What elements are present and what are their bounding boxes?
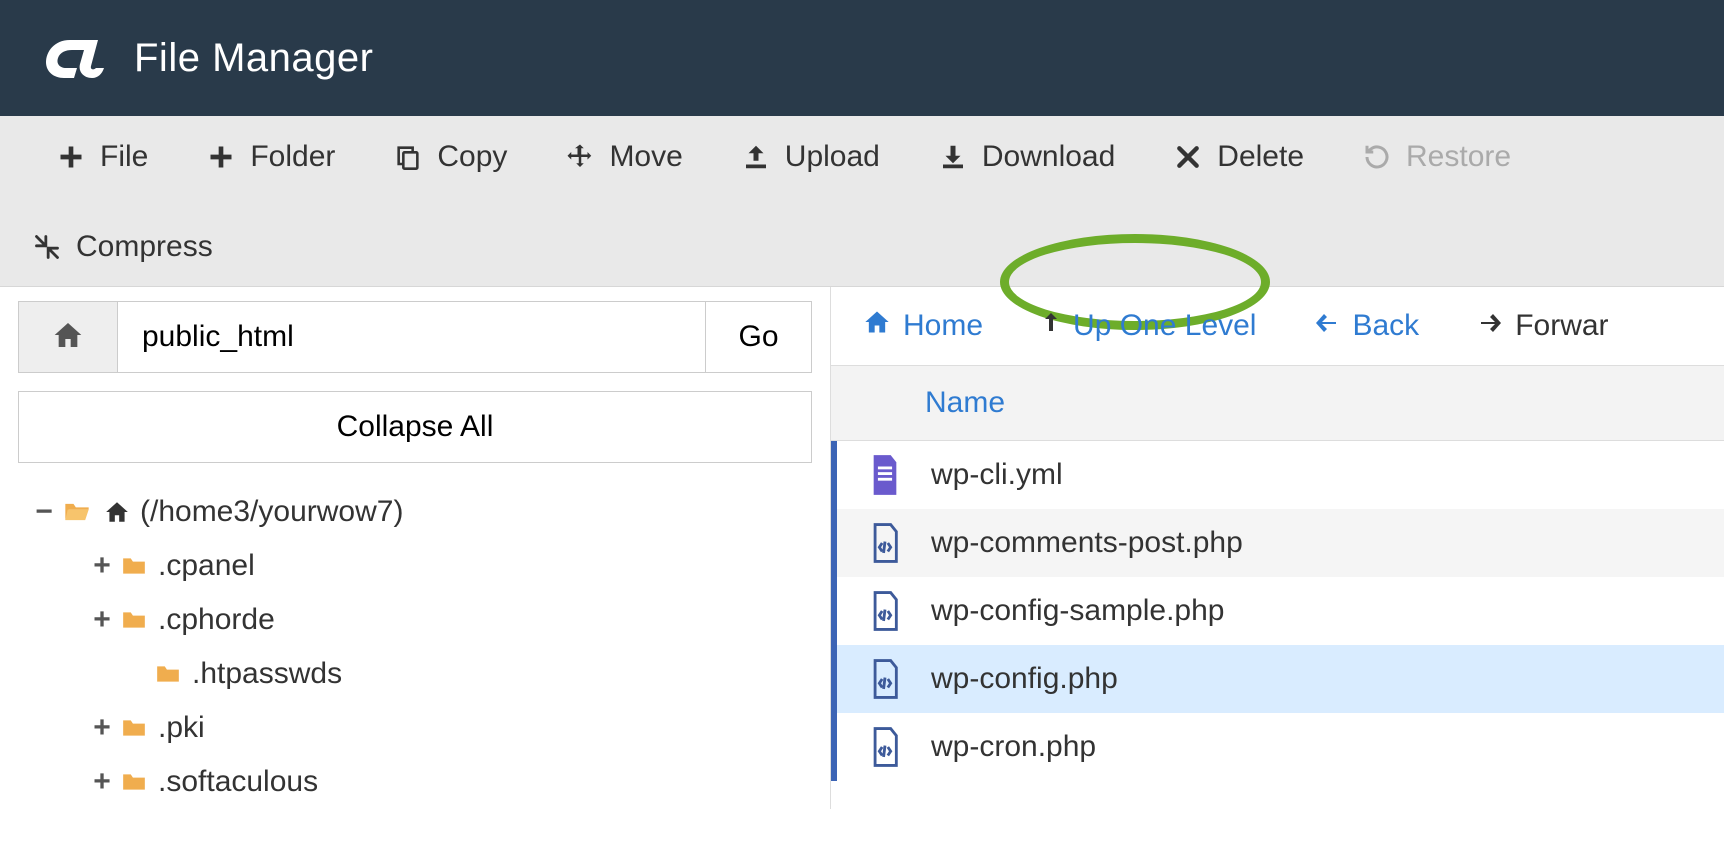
sidebar: Go Collapse All − (/home3/yourwow7) + .c… (0, 287, 830, 809)
file-code-icon (857, 523, 913, 563)
plus-icon (204, 140, 238, 174)
file-row[interactable]: wp-config.php (831, 645, 1724, 713)
file-name: wp-comments-post.php (931, 526, 1243, 560)
compress-button[interactable]: Compress (26, 220, 241, 274)
copy-button[interactable]: Copy (363, 130, 535, 184)
folder-icon (118, 607, 150, 633)
file-row[interactable]: wp-config-sample.php (831, 577, 1724, 645)
tree-item-label: .cpanel (158, 549, 255, 583)
tree-root-label: (/home3/yourwow7) (140, 495, 403, 529)
home-icon (102, 499, 132, 525)
tree-item-softaculous[interactable]: + .softaculous (32, 755, 812, 809)
path-row: Go (18, 301, 812, 373)
copy-icon (391, 140, 425, 174)
folder-icon (118, 769, 150, 795)
folder-icon (118, 553, 150, 579)
delete-button[interactable]: Delete (1143, 130, 1332, 184)
file-code-icon (857, 591, 913, 631)
nav-home[interactable]: Home (861, 307, 983, 345)
tree-item-label: .softaculous (158, 765, 318, 799)
upload-button[interactable]: Upload (711, 130, 908, 184)
home-icon (861, 308, 893, 344)
file-navbar: Home Up One Level Back Forwar (831, 287, 1724, 365)
nav-back[interactable]: Back (1312, 307, 1419, 345)
move-button[interactable]: Move (535, 130, 710, 184)
app-title: File Manager (134, 36, 373, 81)
file-button[interactable]: File (26, 130, 176, 184)
expand-toggle[interactable]: + (90, 711, 114, 745)
download-icon (936, 140, 970, 174)
tree-item-label: .cphorde (158, 603, 275, 637)
nav-forward[interactable]: Forwar (1475, 307, 1608, 345)
file-document-icon (857, 455, 913, 495)
collapse-all-button[interactable]: Collapse All (18, 391, 812, 463)
expand-toggle[interactable]: + (90, 765, 114, 799)
file-name: wp-config-sample.php (931, 594, 1224, 628)
tree-item-htpasswds[interactable]: + .htpasswds (32, 647, 812, 701)
plus-icon (54, 140, 88, 174)
restore-button[interactable]: Restore (1332, 130, 1539, 184)
app-header: File Manager (0, 0, 1724, 116)
file-list: wp-cli.yml wp-comments-post.php wp-confi… (831, 441, 1724, 781)
file-row[interactable]: wp-cron.php (831, 713, 1724, 781)
upload-icon (739, 140, 773, 174)
file-code-icon (857, 727, 913, 767)
arrow-up-icon (1039, 307, 1063, 345)
home-icon (50, 319, 86, 356)
folder-button[interactable]: Folder (176, 130, 363, 184)
tree-item-cpanel[interactable]: + .cpanel (32, 539, 812, 593)
nav-up-one-level[interactable]: Up One Level (1039, 307, 1256, 345)
tree-item-label: .pki (158, 711, 205, 745)
tree-item-label: .htpasswds (192, 657, 342, 691)
folder-icon (118, 715, 150, 741)
column-header-name[interactable]: Name (831, 365, 1724, 441)
folder-icon (152, 661, 184, 687)
tree-item-cphorde[interactable]: + .cphorde (32, 593, 812, 647)
path-input[interactable] (118, 301, 706, 373)
move-icon (563, 140, 597, 174)
file-name: wp-cron.php (931, 730, 1096, 764)
compress-icon (30, 230, 64, 264)
file-name: wp-config.php (931, 662, 1118, 696)
tree-root[interactable]: − (/home3/yourwow7) (32, 485, 812, 539)
collapse-toggle[interactable]: − (32, 495, 56, 529)
folder-tree: − (/home3/yourwow7) + .cpanel + (18, 485, 812, 809)
download-button[interactable]: Download (908, 130, 1143, 184)
folder-open-icon (60, 498, 94, 526)
home-button[interactable] (18, 301, 118, 373)
toolbar: File Folder Copy Move Upload Download (0, 116, 1724, 287)
file-row[interactable]: wp-cli.yml (831, 441, 1724, 509)
tree-item-pki[interactable]: + .pki (32, 701, 812, 755)
cpanel-logo (40, 34, 106, 82)
file-row[interactable]: wp-comments-post.php (831, 509, 1724, 577)
file-pane: Home Up One Level Back Forwar (830, 287, 1724, 809)
arrow-left-icon (1312, 309, 1342, 343)
file-name: wp-cli.yml (931, 458, 1063, 492)
restore-icon (1360, 140, 1394, 174)
go-button[interactable]: Go (706, 301, 812, 373)
arrow-right-icon (1475, 309, 1505, 343)
expand-toggle[interactable]: + (90, 603, 114, 637)
content-area: Go Collapse All − (/home3/yourwow7) + .c… (0, 287, 1724, 809)
file-code-icon (857, 659, 913, 699)
close-icon (1171, 140, 1205, 174)
expand-toggle[interactable]: + (90, 549, 114, 583)
